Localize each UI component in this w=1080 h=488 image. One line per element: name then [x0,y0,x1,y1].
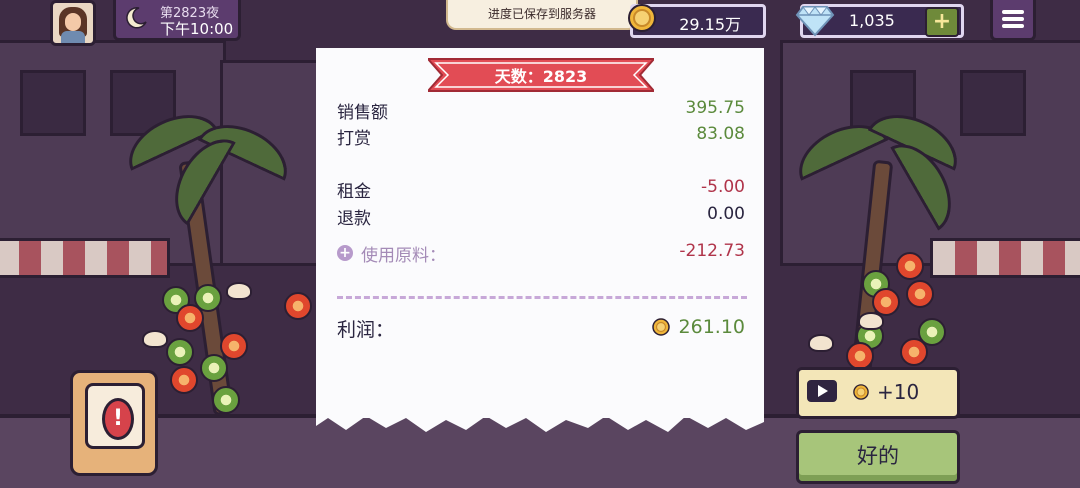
row-label: 租金 [337,182,371,202]
vegetable-slice [220,332,248,360]
receipt-torn-edge [316,410,764,432]
alert-card-face: ! [85,383,145,449]
vegetable-slice [212,386,240,414]
dumpling [808,334,834,352]
row-value: 83.08 [696,124,745,144]
window [960,70,1026,136]
vegetable-slice [900,338,928,366]
diamond-icon [795,6,835,37]
row-label: 打赏 [337,129,371,149]
menu-icon-bar [1002,24,1024,28]
save-toast: 进度已保存到服务器 [446,0,638,30]
vegetable-slice [166,338,194,366]
receipt-row-refund: 退款 0.00 [337,204,747,229]
night-clock: 第2823夜 下午10:00 [113,0,241,41]
expand-icon[interactable]: + [337,245,353,261]
alert-card[interactable]: ! [70,370,158,476]
avatar-face [65,13,81,31]
menu-button[interactable] [990,0,1036,41]
coin-icon [652,318,670,336]
time-of-day: 下午10:00 [160,20,234,38]
menu-icon-bar [1002,17,1024,21]
ok-button[interactable]: 好的 [796,430,960,484]
day-banner: 天数：2823 [494,67,588,86]
buy-gems-button[interactable]: + [925,7,959,37]
vegetable-slice [896,252,924,280]
row-value: 395.75 [685,98,745,118]
window [20,70,86,136]
coin-icon [628,4,656,32]
coin-value: 29.15万 [679,15,741,34]
row-value: 0.00 [707,204,745,224]
player-avatar[interactable] [50,0,96,46]
profit-value: 261.10 [678,316,745,338]
vegetable-slice [906,280,934,308]
avatar-body [61,31,85,43]
row-label: 退款 [337,209,371,229]
awning-right [930,238,1080,278]
vegetable-slice [846,342,874,370]
menu-icon-bar [1002,10,1024,14]
vegetable-slice [200,354,228,382]
dumpling [858,312,884,330]
gem-counter: 1,035 + [795,4,964,38]
row-value: -5.00 [701,177,745,197]
awning-left [0,238,170,278]
dumpling [142,330,168,348]
row-value: -212.73 [679,241,745,261]
receipt-row-sales: 销售额 395.75 [337,98,747,123]
receipt-divider [337,296,747,299]
receipt-row-tips: 打赏 83.08 [337,124,747,149]
play-video-icon [807,380,837,402]
profit-label: 利润： [337,319,395,341]
row-label: 使用原料： [361,246,446,266]
coin-counter: 29.15万 [628,4,766,38]
row-label: 销售额 [337,103,388,123]
gem-value: 1,035 [849,11,895,30]
watch-ad-button[interactable]: +10 [796,367,960,419]
vegetable-slice [284,292,312,320]
coin-icon [853,384,869,400]
exclamation-icon: ! [102,398,134,440]
ad-reward-label: +10 [877,380,920,404]
moon-icon [126,7,147,29]
vegetable-slice [170,366,198,394]
receipt-row-rent: 租金 -5.00 [337,177,747,202]
dumpling [226,282,252,300]
receipt-row-ingredients[interactable]: + 使用原料： -212.73 [337,241,747,266]
vegetable-slice [176,304,204,332]
